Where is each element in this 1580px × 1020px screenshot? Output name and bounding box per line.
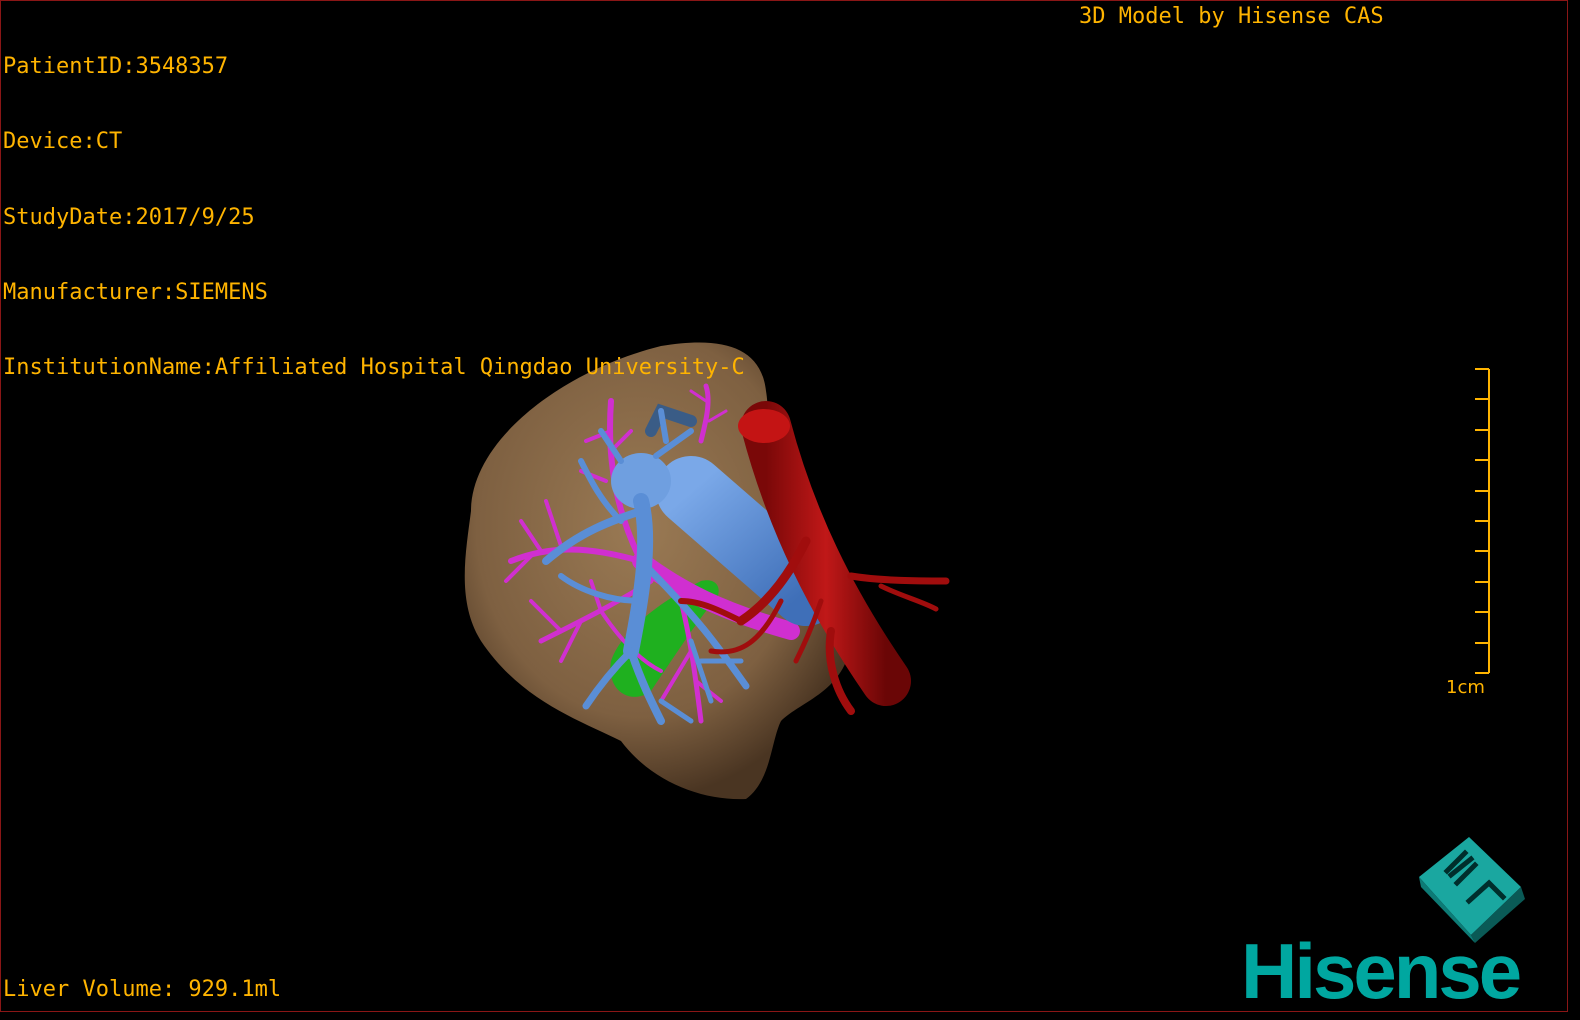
study-date-label: StudyDate:2017/9/25 <box>3 204 255 230</box>
institution-label: InstitutionName:Affiliated Hospital Qing… <box>3 355 745 381</box>
scale-label: 1cm <box>1446 677 1485 698</box>
model-credit-label: 3D Model by Hisense CAS <box>1079 4 1384 29</box>
patient-info-overlay: PatientID:3548357 Device:CT StudyDate:20… <box>3 4 745 430</box>
hisense-logo: Hisense <box>1241 927 1522 1012</box>
liver-volume-label: Liver Volume: 929.1ml <box>3 977 282 1002</box>
scale-bar <box>1475 368 1490 674</box>
manufacturer-label: Manufacturer:SIEMENS <box>3 279 268 305</box>
patient-id-label: PatientID:3548357 <box>3 54 229 79</box>
device-label: Device:CT <box>3 129 123 155</box>
3d-viewport[interactable]: PatientID:3548357 Device:CT StudyDate:20… <box>0 0 1568 1012</box>
